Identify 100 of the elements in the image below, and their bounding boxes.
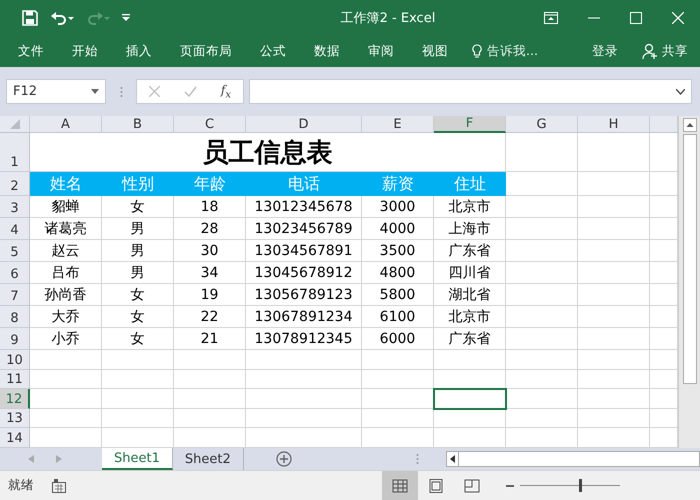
insert-function-button[interactable]: f$_{x}$: [220, 82, 232, 100]
horizontal-scrollbar[interactable]: [446, 451, 700, 467]
empty-cell[interactable]: [578, 218, 650, 240]
empty-cell[interactable]: [578, 284, 650, 306]
row-header[interactable]: 2: [0, 172, 30, 196]
empty-cell[interactable]: [362, 370, 434, 390]
dropdown-caret-icon[interactable]: [91, 89, 99, 94]
empty-cell[interactable]: [246, 370, 362, 390]
normal-view-button[interactable]: [382, 471, 418, 500]
empty-cell[interactable]: [246, 350, 362, 370]
split-handle-icon[interactable]: [416, 453, 419, 465]
sign-in-link[interactable]: 登录: [580, 38, 630, 64]
empty-cell[interactable]: [174, 389, 246, 409]
column-header[interactable]: E: [362, 116, 434, 133]
close-icon[interactable]: [672, 12, 684, 24]
enter-icon[interactable]: [184, 86, 197, 97]
select-all-icon[interactable]: [10, 119, 20, 129]
ribbon-tab[interactable]: 审阅: [356, 38, 406, 64]
person-add-icon[interactable]: [642, 43, 658, 59]
empty-cell[interactable]: [174, 408, 246, 428]
empty-cell[interactable]: [102, 350, 174, 370]
empty-cell[interactable]: [434, 408, 506, 428]
empty-cell[interactable]: [578, 133, 650, 172]
formula-input[interactable]: [249, 79, 692, 104]
cancel-icon[interactable]: [148, 86, 160, 97]
redo-icon[interactable]: [86, 10, 110, 26]
column-header[interactable]: [650, 116, 678, 133]
expand-caret-icon[interactable]: [676, 88, 685, 94]
row-header[interactable]: 3: [0, 196, 30, 218]
row-header[interactable]: 14: [0, 428, 30, 448]
ribbon-tab[interactable]: 数据: [302, 38, 352, 64]
empty-cell[interactable]: [578, 408, 650, 428]
undo-icon[interactable]: [50, 10, 74, 26]
row-header[interactable]: 13: [0, 408, 30, 428]
row-header[interactable]: 8: [0, 306, 30, 328]
macro-record-icon[interactable]: [52, 478, 66, 492]
ribbon-tab[interactable]: 页面布局: [168, 38, 244, 64]
ribbon-tab[interactable]: 开始: [60, 38, 110, 64]
empty-cell[interactable]: [578, 370, 650, 390]
empty-cell[interactable]: [578, 350, 650, 370]
scroll-thumb[interactable]: [682, 134, 696, 384]
active-cell[interactable]: [434, 389, 506, 409]
new-sheet-icon[interactable]: [276, 451, 292, 467]
empty-cell[interactable]: [578, 240, 650, 262]
empty-cell[interactable]: [506, 133, 578, 172]
drag-handle-icon[interactable]: [120, 86, 122, 98]
empty-cell[interactable]: [506, 370, 578, 390]
empty-cell[interactable]: [174, 370, 246, 390]
maximize-icon[interactable]: [630, 12, 642, 24]
empty-cell[interactable]: [506, 328, 578, 350]
empty-cell[interactable]: [102, 408, 174, 428]
empty-cell[interactable]: [506, 306, 578, 328]
ribbon-tab[interactable]: 公式: [248, 38, 298, 64]
empty-cell[interactable]: [434, 350, 506, 370]
share-button[interactable]: 共享: [634, 38, 696, 64]
empty-cell[interactable]: [578, 196, 650, 218]
zoom-thumb[interactable]: [578, 479, 582, 492]
column-header[interactable]: B: [102, 116, 174, 133]
empty-cell[interactable]: [506, 350, 578, 370]
row-header[interactable]: 6: [0, 262, 30, 284]
ribbon-display-icon[interactable]: [544, 12, 558, 24]
empty-cell[interactable]: [506, 408, 578, 428]
ribbon-tab[interactable]: 视图: [410, 38, 460, 64]
empty-cell[interactable]: [578, 306, 650, 328]
column-header[interactable]: G: [506, 116, 578, 133]
row-header[interactable]: 1: [0, 133, 30, 172]
sheet-tab[interactable]: Sheet1: [102, 448, 173, 470]
empty-cell[interactable]: [362, 350, 434, 370]
name-box[interactable]: F12: [6, 79, 106, 104]
customize-caret-icon[interactable]: [122, 14, 130, 22]
ribbon-tab[interactable]: 文件: [6, 38, 56, 64]
row-header[interactable]: 11: [0, 370, 30, 390]
column-header[interactable]: F: [434, 116, 506, 133]
ribbon-tab[interactable]: 插入: [114, 38, 164, 64]
empty-cell[interactable]: [362, 408, 434, 428]
empty-cell[interactable]: [506, 284, 578, 306]
vertical-scrollbar[interactable]: [678, 116, 700, 448]
empty-cell[interactable]: [578, 172, 650, 196]
row-header[interactable]: 12: [0, 389, 30, 409]
empty-cell[interactable]: [102, 370, 174, 390]
tell-me-field[interactable]: 告诉我...: [487, 42, 538, 60]
row-header[interactable]: 10: [0, 350, 30, 370]
empty-cell[interactable]: [246, 389, 362, 409]
row-header[interactable]: 5: [0, 240, 30, 262]
empty-cell[interactable]: [578, 389, 650, 409]
empty-cell[interactable]: [506, 218, 578, 240]
empty-cell[interactable]: [578, 262, 650, 284]
empty-cell[interactable]: [506, 240, 578, 262]
empty-cell[interactable]: [506, 196, 578, 218]
empty-cell[interactable]: [102, 389, 174, 409]
empty-cell[interactable]: [578, 328, 650, 350]
column-header[interactable]: A: [30, 116, 102, 133]
row-header[interactable]: 4: [0, 218, 30, 240]
scroll-right-icon[interactable]: [56, 455, 62, 463]
lightbulb-icon[interactable]: [472, 44, 482, 58]
column-header[interactable]: H: [578, 116, 650, 133]
column-header[interactable]: C: [174, 116, 246, 133]
save-icon[interactable]: [22, 10, 38, 26]
column-header[interactable]: D: [246, 116, 362, 133]
empty-cell[interactable]: [506, 389, 578, 409]
